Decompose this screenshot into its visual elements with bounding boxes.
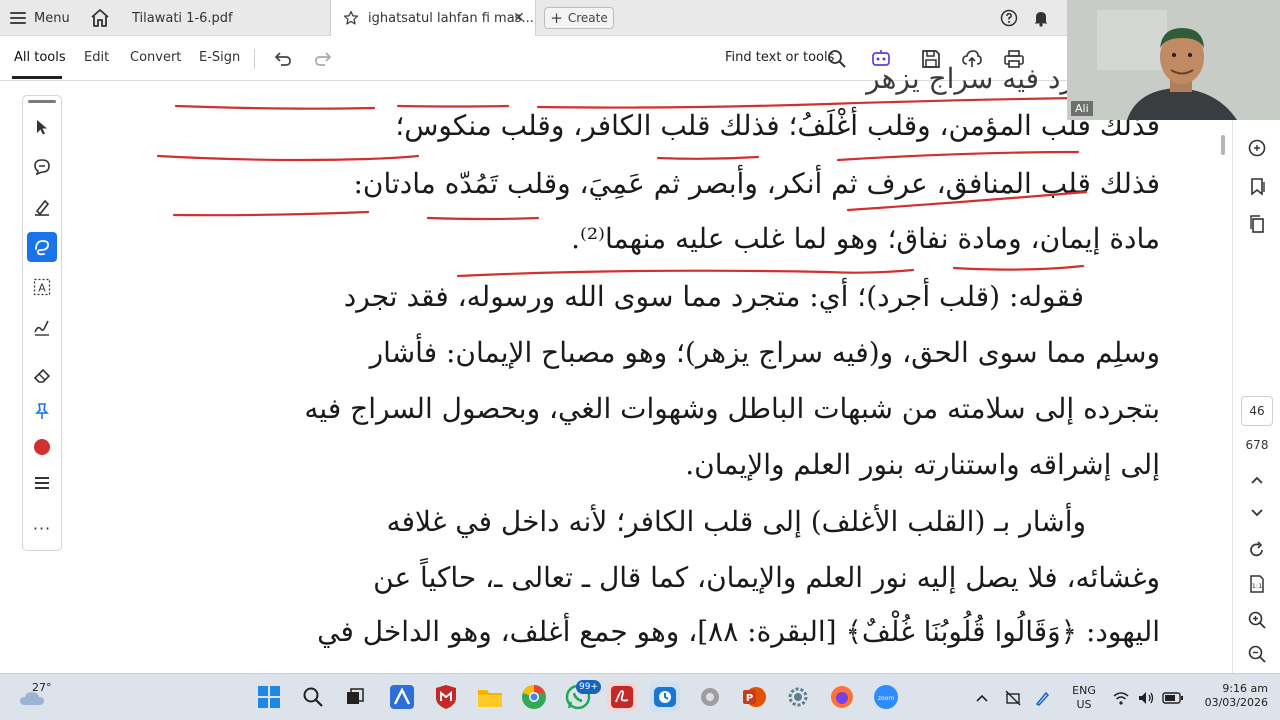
pages-panel-icon[interactable] (1247, 214, 1267, 234)
tab-label: Tilawati 1-6.pdf (132, 10, 233, 26)
active-tab-indicator (12, 76, 62, 79)
temperature-label: 27° (32, 681, 52, 694)
firefox-icon[interactable] (827, 682, 857, 712)
line-weight-icon[interactable] (27, 468, 57, 498)
color-picker-icon[interactable] (27, 432, 57, 462)
tab-label: ighatsatul lahfan fi mas... (368, 10, 534, 26)
next-page-icon[interactable] (1247, 502, 1267, 522)
acrobat-icon[interactable] (607, 682, 637, 712)
battery-icon[interactable] (1162, 690, 1184, 704)
create-button[interactable]: + Create (544, 7, 614, 29)
zoom-icon[interactable]: zoom (871, 682, 901, 712)
webcam-video: Ali (1067, 0, 1280, 120)
bell-icon[interactable] (1032, 9, 1050, 27)
create-label: Create (567, 11, 608, 25)
comments-panel-icon[interactable] (1247, 138, 1267, 158)
text-line: بتجرده إلى سلامته من شبهات الباطل وشهوات… (304, 392, 1160, 425)
scrollbar-thumb[interactable] (1221, 135, 1225, 155)
mcafee-icon[interactable] (431, 682, 461, 712)
all-tools-tab[interactable]: All tools (14, 50, 66, 65)
powerpoint-icon[interactable]: P (739, 682, 769, 712)
participant-name: Ali (1071, 101, 1093, 116)
chrome-profile-icon[interactable] (519, 682, 549, 712)
bookmark-icon[interactable] (1247, 176, 1267, 196)
text-box-icon[interactable]: A (27, 272, 57, 302)
volume-icon[interactable] (1137, 689, 1155, 707)
menu-button[interactable]: Menu (10, 8, 70, 28)
svg-text:A: A (38, 282, 46, 295)
tool-rail: A ··· (22, 95, 62, 551)
text-line: فذلك قلب المؤمن، وقلب أغْلَفُ؛ فذلك قلب … (395, 109, 1160, 142)
task-view-icon[interactable] (340, 682, 370, 712)
zoom-in-icon[interactable] (1247, 610, 1267, 630)
current-page-field[interactable]: 46 (1241, 396, 1273, 426)
windows-start-icon[interactable] (254, 682, 284, 712)
clock-time: 9:16 am (1222, 682, 1268, 695)
pin-icon[interactable] (27, 396, 57, 426)
clock-date: 03/03/2026 (1204, 696, 1268, 709)
settings-icon[interactable] (783, 682, 813, 712)
eraser-icon[interactable] (27, 360, 57, 390)
vector-app-icon[interactable] (387, 682, 417, 712)
file-explorer-icon[interactable] (475, 682, 505, 712)
right-rail: 46 678 1:1 (1232, 120, 1280, 673)
text-line: وأشار بـ (القلب الأغلف) إلى قلب الكافر؛ … (386, 505, 1086, 538)
whatsapp-badge: 99+ (576, 680, 601, 694)
svg-text:P: P (746, 693, 753, 704)
text-line: إلى إشراقه واستنارته بنور العلم والإيمان… (685, 448, 1160, 481)
language-code: ENG (1072, 684, 1096, 697)
undo-icon[interactable] (272, 48, 294, 70)
comment-icon[interactable] (27, 152, 57, 182)
rotate-icon[interactable] (1247, 540, 1267, 560)
chevron-up-icon[interactable] (974, 690, 990, 704)
search-icon[interactable] (298, 682, 328, 712)
rail-grip[interactable] (28, 100, 56, 103)
windows-taskbar: 27° 99+ P zoom ENG US 9:16 am 03/03/2026 (0, 673, 1280, 720)
text-line: اليهود: ﴿وَقَالُوا قُلُوبُنَا غُلْفٌ﴾ [ا… (317, 615, 1160, 648)
redo-icon[interactable] (312, 48, 334, 70)
settings-gear-icon[interactable] (695, 682, 725, 712)
menu-label: Menu (34, 10, 70, 26)
clock[interactable]: 9:16 am 03/03/2026 (1192, 682, 1268, 710)
document-page: قلب أجرد فيه سراج يزهر فذلك قلب المؤمن، … (68, 62, 1232, 673)
previous-page-icon[interactable] (1247, 470, 1267, 490)
hamburger-icon (10, 12, 26, 24)
select-tool-icon[interactable] (27, 112, 57, 142)
network-off-icon[interactable] (1004, 689, 1022, 707)
svg-text:zoom: zoom (878, 695, 894, 702)
tab-ighatsatul[interactable]: ighatsatul lahfan fi mas... ✕ (330, 0, 536, 36)
snipping-tool-icon[interactable] (650, 682, 680, 712)
sign-icon[interactable] (27, 312, 57, 342)
help-icon[interactable] (1000, 9, 1018, 27)
toolbar-divider (254, 49, 255, 69)
edit-tab[interactable]: Edit (84, 50, 109, 65)
language-indicator[interactable]: ENG US (1066, 684, 1102, 712)
find-text-button[interactable]: Find text or tools (725, 50, 834, 65)
plus-icon: + (550, 8, 563, 27)
text-line: وسلِم مما سوى الحق، و(فيه سراج يزهر)؛ وه… (369, 336, 1160, 369)
zoom-out-icon[interactable] (1247, 644, 1267, 664)
search-icon[interactable] (826, 48, 848, 70)
draw-tool-icon[interactable] (27, 232, 57, 262)
text-line: فذلك قلب المنافق، عرف ثم أنكر، وأبصر ثم … (353, 167, 1160, 200)
home-icon[interactable] (89, 8, 111, 28)
more-options-icon[interactable]: ··· (27, 514, 57, 544)
region-code: US (1076, 698, 1092, 711)
convert-tab[interactable]: Convert (130, 50, 181, 65)
esign-tab[interactable]: E-Sign (199, 50, 240, 65)
whatsapp-icon[interactable]: 99+ (563, 680, 601, 712)
wifi-icon[interactable] (1112, 689, 1130, 707)
close-icon[interactable]: ✕ (513, 11, 527, 25)
text-line: وغشائه، فلا يصل إليه نور العلم والإيمان،… (373, 561, 1160, 594)
webcam-person-image (1067, 0, 1280, 120)
highlight-icon[interactable] (27, 192, 57, 222)
total-pages-label: 678 (1245, 438, 1269, 452)
pen-input-icon[interactable] (1034, 689, 1052, 707)
star-icon[interactable] (343, 10, 359, 26)
fit-page-icon[interactable]: 1:1 (1247, 574, 1267, 594)
text-line: مادة إيمان، ومادة نفاق؛ وهو لما غلب عليه… (571, 222, 1160, 255)
svg-text:1:1: 1:1 (1252, 582, 1262, 590)
tab-tilawati[interactable]: Tilawati 1-6.pdf (118, 0, 328, 36)
text-line: فقوله: (قلب أجرد)؛ أي: متجرد مما سوى الل… (343, 280, 1084, 313)
